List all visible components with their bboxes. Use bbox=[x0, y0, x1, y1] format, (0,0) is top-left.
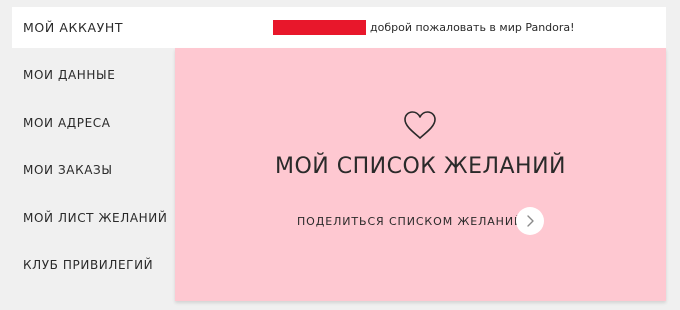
chevron-right-icon bbox=[527, 215, 534, 227]
share-wishlist-link[interactable]: ПОДЕЛИТЬСЯ СПИСКОМ ЖЕЛАНИЙ bbox=[297, 215, 523, 228]
sidebar-item-my-data[interactable]: МОИ ДАННЫЕ bbox=[23, 68, 115, 82]
heart-icon bbox=[404, 111, 436, 139]
wishlist-title: МОЙ СПИСОК ЖЕЛАНИЙ bbox=[274, 154, 567, 179]
account-title: МОЙ АККАУНТ bbox=[23, 20, 124, 35]
welcome-message: доброй пожаловать в мир Pandora! bbox=[370, 21, 575, 34]
sidebar-item-my-orders[interactable]: МОИ ЗАКАЗЫ bbox=[23, 163, 113, 177]
share-wishlist-button[interactable] bbox=[516, 207, 544, 235]
redacted-username bbox=[273, 20, 366, 35]
sidebar-item-privilege-club[interactable]: КЛУБ ПРИВИЛЕГИЙ bbox=[23, 258, 153, 272]
wishlist-panel: МОЙ СПИСОК ЖЕЛАНИЙ ПОДЕЛИТЬСЯ СПИСКОМ ЖЕ… bbox=[175, 48, 666, 301]
sidebar-item-my-wishlist[interactable]: МОЙ ЛИСТ ЖЕЛАНИЙ bbox=[23, 211, 167, 225]
account-header: МОЙ АККАУНТ доброй пожаловать в мир Pand… bbox=[12, 7, 666, 48]
sidebar-item-my-addresses[interactable]: МОИ АДРЕСА bbox=[23, 116, 111, 130]
